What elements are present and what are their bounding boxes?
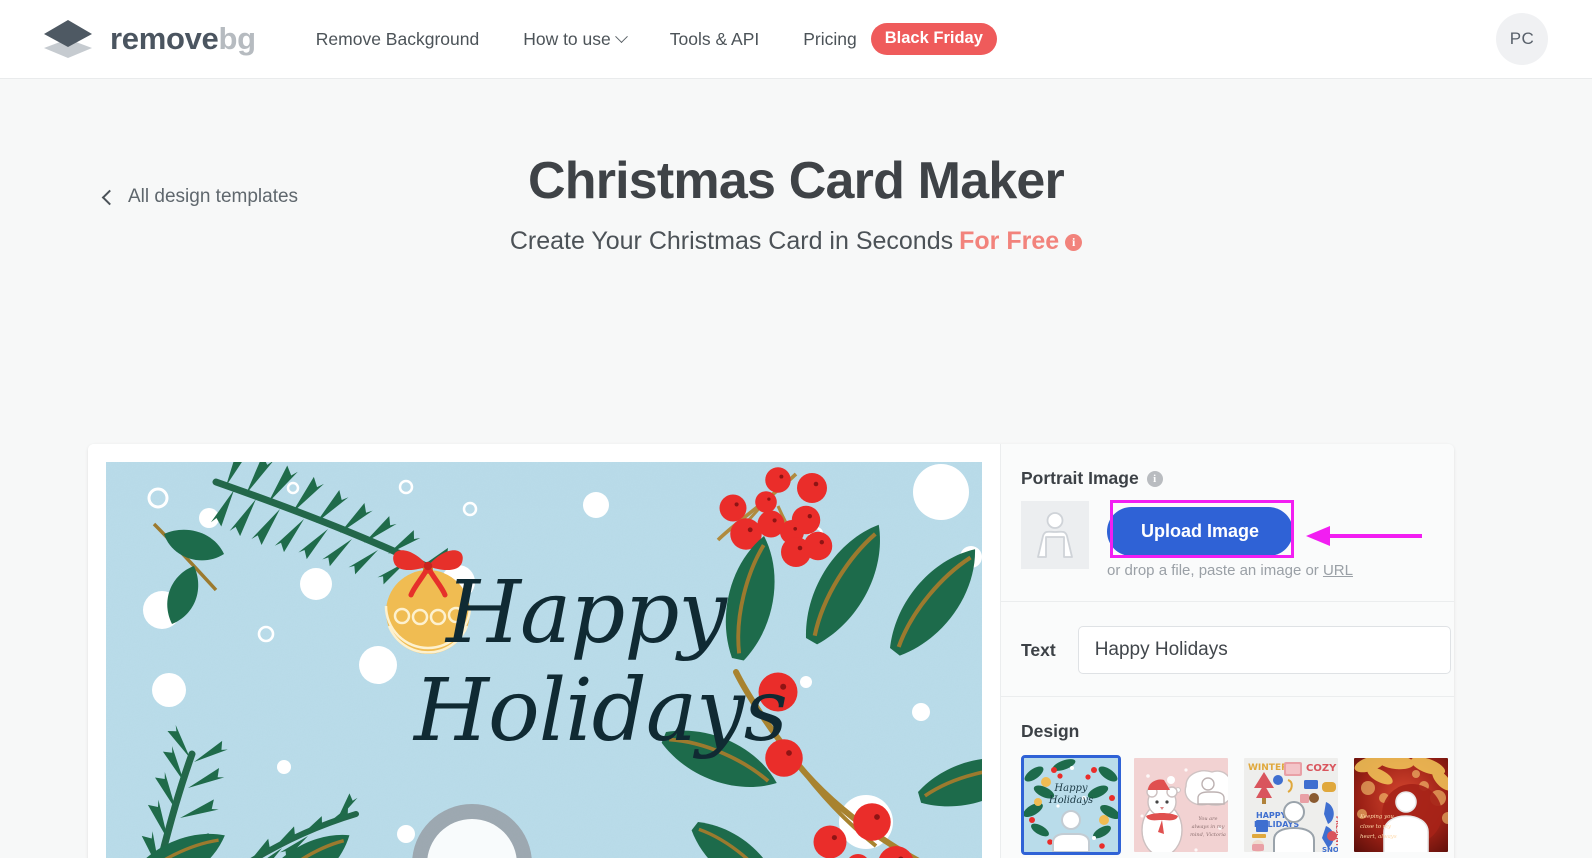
black-friday-badge[interactable]: Black Friday bbox=[870, 23, 997, 55]
breadcrumb-back-link[interactable]: All design templates bbox=[101, 186, 299, 208]
person-icon bbox=[1037, 512, 1073, 558]
svg-text:Happy: Happy bbox=[444, 563, 728, 663]
page-subtitle: Create Your Christmas Card in Seconds For… bbox=[0, 227, 1592, 256]
svg-text:always in my: always in my bbox=[1192, 824, 1225, 830]
logo-text: removebg bbox=[110, 21, 256, 57]
upload-hint-text: or drop a file, paste an image or bbox=[1107, 562, 1323, 579]
portrait-image-label-text: Portrait Image bbox=[1021, 468, 1139, 488]
card-preview-container: Happy Holidays bbox=[88, 444, 1000, 858]
design-section: Design Happy Holidays You are always in … bbox=[1001, 697, 1454, 858]
design-options: Happy Holidays You are always in my mind… bbox=[1021, 755, 1451, 855]
svg-text:Holidays: Holidays bbox=[412, 661, 787, 761]
portrait-image-label: Portrait Image i bbox=[1021, 468, 1451, 489]
svg-text:Happy: Happy bbox=[1053, 783, 1087, 794]
svg-text:COZY: COZY bbox=[1306, 763, 1337, 774]
svg-text:PRESENT: PRESENT bbox=[1334, 816, 1341, 848]
svg-text:HAPPY: HAPPY bbox=[1256, 811, 1287, 820]
card-preview[interactable]: Happy Holidays bbox=[106, 462, 982, 858]
nav-label: Remove Background bbox=[315, 28, 480, 49]
main-nav: Remove Background How to use Tools & API… bbox=[294, 23, 1001, 55]
back-link-label: All design templates bbox=[128, 186, 299, 207]
nav-item-remove-background[interactable]: Remove Background bbox=[294, 29, 501, 50]
site-header: removebg Remove Background How to use To… bbox=[0, 0, 1592, 79]
nav-label: Tools & API bbox=[669, 28, 760, 49]
logo[interactable]: removebg bbox=[42, 17, 256, 61]
editor-card: Happy Holidays Portrait Image i Upload I… bbox=[88, 444, 1454, 858]
upload-hint: or drop a file, paste an image or URL bbox=[1107, 562, 1353, 579]
info-icon[interactable]: i bbox=[1065, 234, 1083, 251]
for-free-label: For Free bbox=[959, 227, 1060, 255]
design-option-winter-cozy-collage[interactable]: WINTER COZY SNO PRESENT HAPPY HOLIDAYS bbox=[1241, 755, 1341, 855]
text-input[interactable] bbox=[1077, 626, 1451, 674]
chevron-down-icon bbox=[614, 29, 628, 43]
svg-text:heart, always: heart, always bbox=[1360, 834, 1397, 840]
nav-label: How to use bbox=[523, 28, 611, 49]
design-option-happy-holidays-blue[interactable]: Happy Holidays bbox=[1021, 755, 1121, 855]
avatar[interactable]: PC bbox=[1496, 13, 1548, 65]
svg-text:SNOW: SNOW bbox=[1322, 846, 1341, 854]
svg-text:mind, Victoria: mind, Victoria bbox=[1190, 832, 1226, 838]
svg-text:You are: You are bbox=[1198, 816, 1217, 822]
url-link[interactable]: URL bbox=[1323, 562, 1353, 579]
design-option-polar-bear-pink[interactable]: You are always in my mind, Victoria bbox=[1131, 755, 1231, 855]
info-icon[interactable]: i bbox=[1146, 470, 1163, 487]
nav-label: Pricing bbox=[803, 28, 857, 49]
nav-item-how-to-use[interactable]: How to use bbox=[501, 29, 648, 50]
logo-text-secondary: bg bbox=[218, 21, 257, 56]
upload-column: Upload Image or drop a file, paste an im… bbox=[1107, 501, 1353, 579]
svg-text:WINTER: WINTER bbox=[1248, 763, 1288, 773]
nav-item-pricing[interactable]: Pricing Black Friday bbox=[781, 23, 1001, 55]
design-option-red-bauble-warm[interactable]: Keeping you close to my heart, always bbox=[1351, 755, 1451, 855]
page-body: All design templates Christmas Card Make… bbox=[0, 151, 1592, 858]
portrait-thumbnail[interactable] bbox=[1021, 501, 1089, 569]
logo-text-primary: remove bbox=[110, 21, 219, 56]
svg-text:Holidays: Holidays bbox=[1048, 795, 1093, 806]
portrait-image-section: Portrait Image i Upload Image or drop a … bbox=[1001, 444, 1454, 602]
upload-image-button[interactable]: Upload Image bbox=[1107, 507, 1294, 556]
christmas-card-artwork: Happy Holidays bbox=[106, 462, 982, 858]
avatar-initials: PC bbox=[1509, 29, 1535, 48]
text-section: Text bbox=[1001, 602, 1454, 697]
svg-text:Keeping you: Keeping you bbox=[1359, 814, 1394, 820]
text-field-label: Text bbox=[1021, 639, 1056, 660]
page-subtitle-text: Create Your Christmas Card in Seconds bbox=[509, 227, 954, 255]
chevron-left-icon bbox=[101, 189, 118, 205]
options-panel: Portrait Image i Upload Image or drop a … bbox=[1000, 444, 1454, 858]
design-label: Design bbox=[1021, 721, 1080, 741]
layers-diamond-icon bbox=[42, 17, 94, 61]
nav-item-tools-api[interactable]: Tools & API bbox=[648, 29, 782, 50]
svg-text:close to my: close to my bbox=[1360, 824, 1392, 830]
